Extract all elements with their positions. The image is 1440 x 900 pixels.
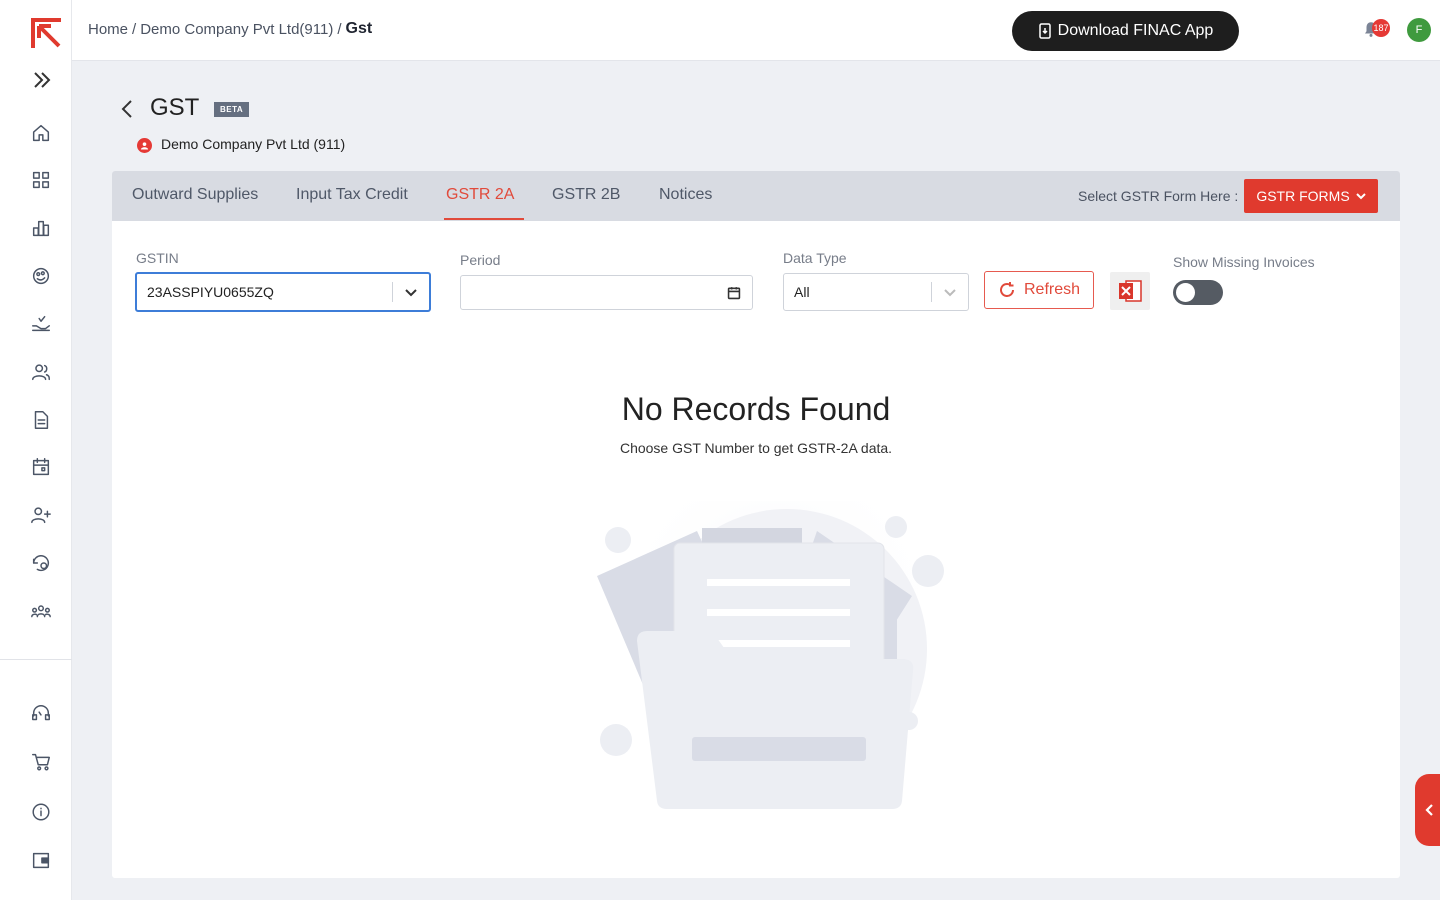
support-icon[interactable] (29, 702, 53, 726)
data-type-value: All (794, 284, 810, 300)
side-panel-toggle[interactable] (1415, 774, 1440, 846)
period-date-input[interactable] (460, 275, 753, 310)
gstin-select[interactable]: 23ASSPIYU0655ZQ (135, 272, 431, 312)
home-icon[interactable] (29, 121, 53, 145)
notification-count-badge: 187 (1372, 19, 1390, 37)
user-avatar[interactable]: F (1407, 18, 1431, 42)
breadcrumb-company[interactable]: Demo Company Pvt Ltd(911) (140, 21, 333, 38)
tab-gstr-2a[interactable]: GSTR 2A (446, 186, 514, 204)
data-type-label: Data Type (783, 250, 847, 266)
active-tab-indicator (444, 218, 524, 220)
top-header: Home / Demo Company Pvt Ltd(911) / Gst D… (72, 0, 1440, 61)
download-app-label: Download FINAC App (1057, 22, 1214, 39)
show-missing-invoices-label: Show Missing Invoices (1173, 254, 1315, 270)
page-title: GST (150, 94, 200, 121)
team-icon[interactable] (29, 600, 53, 624)
hand-money-icon[interactable] (29, 312, 53, 336)
gstr-forms-button[interactable]: GSTR FORMS (1244, 179, 1378, 213)
tab-input-tax-credit[interactable]: Input Tax Credit (296, 186, 408, 204)
excel-export-icon[interactable] (1110, 272, 1150, 310)
show-missing-invoices-toggle[interactable] (1173, 280, 1223, 305)
tab-outward-supplies[interactable]: Outward Supplies (132, 186, 258, 204)
gstr-form-prompt: Select GSTR Form Here : (1078, 188, 1239, 204)
chevron-left-icon (1425, 804, 1433, 816)
empty-folder-illustration (597, 501, 944, 809)
company-name: Demo Company Pvt Ltd (911) (161, 136, 346, 152)
document-icon[interactable] (29, 408, 53, 432)
tab-notices[interactable]: Notices (659, 186, 712, 204)
calendar-icon[interactable] (29, 455, 53, 479)
beta-badge: BETA (214, 102, 250, 117)
chevron-down-icon (1355, 193, 1366, 200)
users-icon[interactable] (29, 360, 53, 384)
gstr-forms-label: GSTR FORMS (1256, 188, 1350, 204)
cart-icon[interactable] (29, 750, 53, 774)
period-label: Period (460, 252, 501, 268)
refresh-label: Refresh (1023, 281, 1081, 298)
calendar-icon[interactable] (716, 286, 752, 300)
add-user-icon[interactable] (29, 503, 53, 527)
tab-gstr-2b[interactable]: GSTR 2B (552, 186, 620, 204)
download-app-button[interactable]: Download FINAC App (1012, 11, 1239, 51)
breadcrumb-current: Gst (345, 20, 373, 37)
grid-icon[interactable] (29, 168, 53, 192)
mobile-download-icon (1038, 23, 1051, 39)
breadcrumb-home[interactable]: Home (88, 21, 128, 38)
refresh-button[interactable]: Refresh (984, 271, 1094, 309)
gstin-value: 23ASSPIYU0655ZQ (147, 284, 274, 300)
sidebar (0, 0, 72, 900)
breadcrumb-separator: / (132, 20, 137, 38)
empty-state-title: No Records Found (621, 391, 891, 427)
chevron-down-icon[interactable] (932, 285, 968, 299)
chevron-down-icon[interactable] (393, 285, 429, 299)
tab-bar: Outward Supplies Input Tax Credit GSTR 2… (112, 171, 1400, 221)
empty-state-subtitle: Choose GST Number to get GSTR-2A data. (619, 440, 893, 456)
bar-chart-icon[interactable] (29, 216, 53, 240)
gst-card: Outward Supplies Input Tax Credit GSTR 2… (112, 171, 1400, 878)
sidebar-divider (0, 659, 72, 660)
company-icon (137, 138, 152, 153)
palette-icon[interactable] (29, 264, 53, 288)
settings-history-icon[interactable] (29, 551, 53, 575)
finac-logo[interactable] (29, 16, 63, 50)
back-arrow-icon[interactable] (118, 98, 136, 120)
breadcrumb: Home / Demo Company Pvt Ltd(911) / Gst (88, 20, 372, 38)
expand-sidebar-icon[interactable] (30, 68, 54, 92)
toggle-knob (1176, 283, 1195, 302)
wallet-icon[interactable] (29, 848, 53, 872)
gstin-label: GSTIN (136, 250, 179, 266)
refresh-icon (1000, 282, 1014, 297)
data-type-select[interactable]: All (783, 273, 969, 311)
info-icon[interactable] (29, 800, 53, 824)
breadcrumb-separator: / (337, 20, 342, 38)
